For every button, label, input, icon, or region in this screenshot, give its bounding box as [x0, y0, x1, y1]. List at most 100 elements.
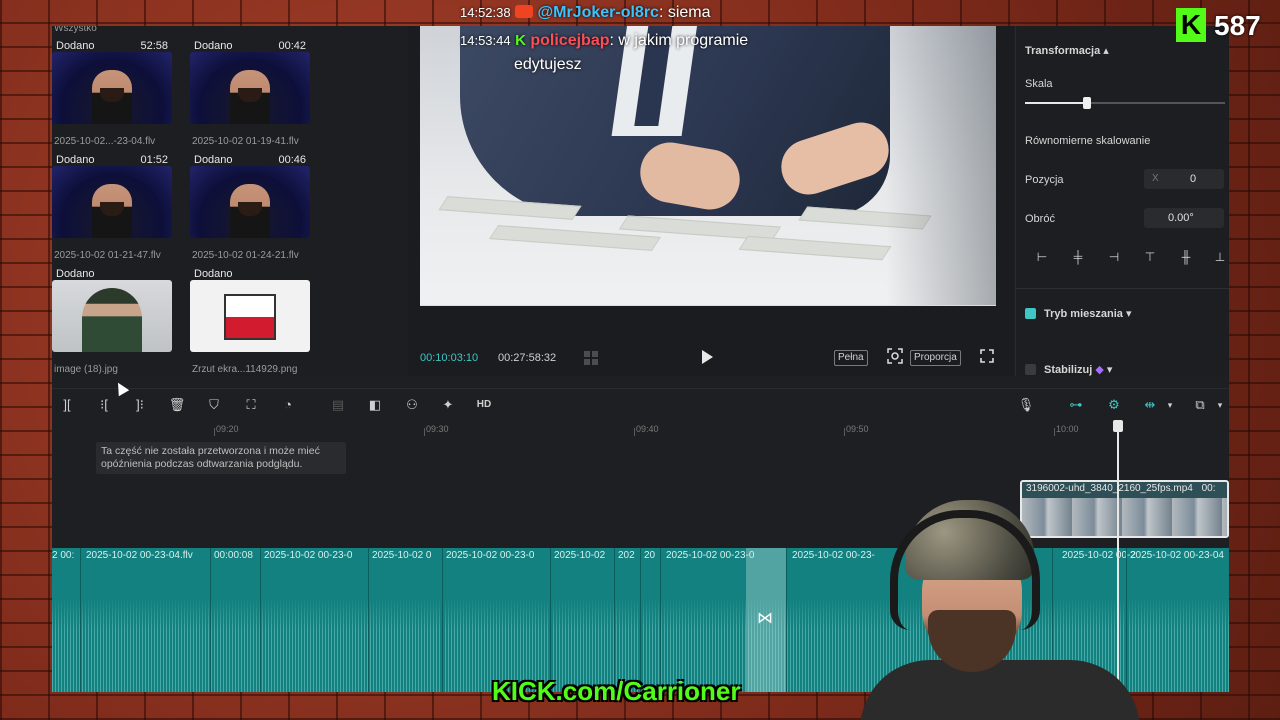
media-item[interactable]: Dodano 01:52 2025-10-02 01-21-47.flv: [52, 152, 172, 262]
media-duration: 52:58: [140, 40, 168, 52]
added-tag: Dodano: [194, 154, 233, 166]
chevron-up-icon: ▴: [1103, 45, 1109, 57]
ruler-tick: 09:40: [636, 424, 659, 434]
align-bottom-icon[interactable]: ⊥: [1212, 250, 1228, 266]
current-timecode: 00:10:03:10: [420, 352, 479, 364]
media-item[interactable]: Dodano 00:42 2025-10-02 01-19-41.flv: [190, 38, 310, 148]
media-item[interactable]: Dodano 52:58 2025-10-02...-23-04.flv: [52, 38, 172, 148]
transform-header[interactable]: Transformacja ▴: [1025, 44, 1109, 57]
audio-icon[interactable]: ◧: [365, 395, 385, 415]
chevron-down-icon: ▾: [1125, 308, 1132, 320]
media-panel: Wszystko Dodano 52:58 2025-10-02...-23-0…: [52, 26, 407, 376]
chat-username: @MrJoker-ol8rc: [537, 4, 659, 21]
media-thumbnail: [190, 166, 310, 238]
scale-label: Skala: [1025, 78, 1053, 90]
clip-segment-label: 2025-10-02 00-23-04: [1130, 550, 1224, 561]
media-filter-label[interactable]: Wszystko: [54, 26, 97, 34]
clip-segment-label: 20: [644, 550, 656, 561]
media-filename: image (18).jpg: [54, 364, 118, 375]
youtube-icon: [515, 5, 534, 18]
added-tag: Dodano: [56, 268, 95, 280]
align-center-v-icon[interactable]: ╫: [1178, 250, 1194, 266]
preview-axis-icon[interactable]: ⇹: [1140, 395, 1160, 415]
media-thumbnail: [52, 166, 172, 238]
full-quality-button[interactable]: Pełna: [834, 350, 868, 366]
crop-icon[interactable]: ⛶: [241, 395, 261, 415]
ruler-tick: 09:50: [846, 424, 869, 434]
render-notice-tooltip: Ta część nie została przetworzona i może…: [96, 442, 346, 474]
trim-left-icon[interactable]: ⁝[: [94, 395, 114, 415]
grid-icon[interactable]: [584, 351, 598, 365]
media-item[interactable]: Dodano 00:46 2025-10-02 01-24-21.flv: [190, 152, 310, 262]
marker-icon[interactable]: ⛉: [204, 395, 224, 415]
chevron-down-icon[interactable]: ▾: [1160, 395, 1180, 415]
microphone-icon[interactable]: 🎙: [1016, 395, 1036, 415]
chat-timestamp: 14:53:44: [460, 33, 511, 48]
clip-segment-label: 2025-10-02: [554, 550, 606, 561]
properties-panel: Transformacja ▴ Skala Równomierne skalow…: [1015, 26, 1229, 376]
clip-segment-label: 202: [618, 550, 635, 561]
media-thumbnail: [190, 52, 310, 124]
clip-segment-label: 00:00:08: [214, 550, 253, 561]
chevron-down-icon[interactable]: ▾: [1210, 395, 1229, 415]
bowtie-icon: ⋈: [757, 610, 773, 627]
media-item[interactable]: Dodano image (18).jpg: [52, 266, 172, 376]
layout-icon[interactable]: ⧉: [1190, 395, 1210, 415]
link-clips-icon[interactable]: ⊶: [1066, 395, 1086, 415]
kick-logo-icon: K: [1176, 8, 1206, 42]
scale-slider-knob[interactable]: [1083, 97, 1091, 109]
preview-panel: 00:10:03:10 00:27:58:32 Pełna Proporcja: [408, 26, 1014, 376]
total-timecode: 00:27:58:32: [498, 352, 557, 364]
media-item[interactable]: Dodano Zrzut ekra...114929.png: [190, 266, 310, 376]
fullscreen-icon[interactable]: [978, 348, 996, 366]
magic-wand-icon[interactable]: ✦: [438, 395, 458, 415]
play-icon: [702, 350, 713, 364]
clip-segment-label: 2025-10-02 00-23-0: [666, 550, 755, 561]
align-left-icon[interactable]: ⊢: [1034, 250, 1050, 266]
media-duration: 01:52: [140, 154, 168, 166]
screenshot-icon[interactable]: [886, 348, 904, 366]
chat-text: : siema: [658, 4, 711, 21]
align-right-icon[interactable]: ⊣: [1106, 250, 1122, 266]
chat-message: 14:52:38 @MrJoker-ol8rc: siema: [460, 4, 711, 22]
stabilize-label[interactable]: Stabilizuj ◆ ▾: [1044, 363, 1112, 376]
playhead-handle[interactable]: [1113, 420, 1123, 432]
hd-icon[interactable]: HD: [474, 395, 494, 415]
rotate-label: Obróć: [1025, 213, 1055, 225]
speed-icon[interactable]: ◔: [278, 395, 298, 415]
media-filename: 2025-10-02 01-19-41.flv: [192, 136, 299, 147]
x-axis-label: X: [1152, 173, 1159, 184]
media-filename: Zrzut ekra...114929.png: [192, 364, 298, 375]
streamer-webcam: [860, 490, 1140, 720]
freeze-frame-icon[interactable]: ▤: [328, 395, 348, 415]
timeline-ruler[interactable]: 09:20 09:30 09:40 09:50 10:00: [52, 420, 1229, 436]
clip-segment-label: 2025-10-02 00-23-0: [446, 550, 535, 561]
blend-mode-checkbox[interactable]: [1025, 308, 1036, 319]
timeline-toolbar: ][ ⁝[ ]⁝ 🗑 ⛉ ⛶ ◔ ▤ ◧ ⚇ ✦ HD 🎙 ⊶ ⚙ ⇹ ▾ ⧉ …: [52, 388, 1229, 418]
transition-marker[interactable]: ⋈: [746, 548, 786, 692]
play-button[interactable]: [700, 349, 718, 367]
align-top-icon[interactable]: ⊤: [1142, 250, 1158, 266]
delete-icon[interactable]: 🗑: [167, 395, 187, 415]
position-x-value: 0: [1190, 173, 1197, 185]
viewer-count: 587: [1214, 10, 1261, 41]
media-filename: 2025-10-02...-23-04.flv: [54, 136, 156, 147]
align-center-h-icon[interactable]: ╪: [1070, 250, 1086, 266]
trim-right-icon[interactable]: ]⁝: [130, 395, 150, 415]
chat-text: : w jakim programie: [609, 32, 749, 49]
aspect-ratio-button[interactable]: Proporcja: [910, 350, 961, 366]
clip-segment-label: 2025-10-02 00-23-0: [264, 550, 353, 561]
blend-mode-label[interactable]: Tryb mieszania ▾: [1044, 307, 1131, 320]
stabilize-checkbox[interactable]: [1025, 364, 1036, 375]
person-cutout-icon[interactable]: ⚇: [402, 395, 422, 415]
ruler-tick: 09:30: [426, 424, 449, 434]
ruler-tick: 10:00: [1056, 424, 1079, 434]
scale-slider[interactable]: [1025, 97, 1225, 109]
chevron-down-icon: ▾: [1106, 364, 1113, 376]
chat-message: 14:53:44 K policejbap: w jakim programie…: [460, 32, 748, 74]
ruler-tick: 09:20: [216, 424, 239, 434]
rotate-field[interactable]: 0.00°: [1144, 208, 1224, 228]
snap-icon[interactable]: ⚙: [1104, 395, 1124, 415]
position-x-field[interactable]: X 0: [1144, 169, 1224, 189]
split-icon[interactable]: ][: [57, 395, 77, 415]
